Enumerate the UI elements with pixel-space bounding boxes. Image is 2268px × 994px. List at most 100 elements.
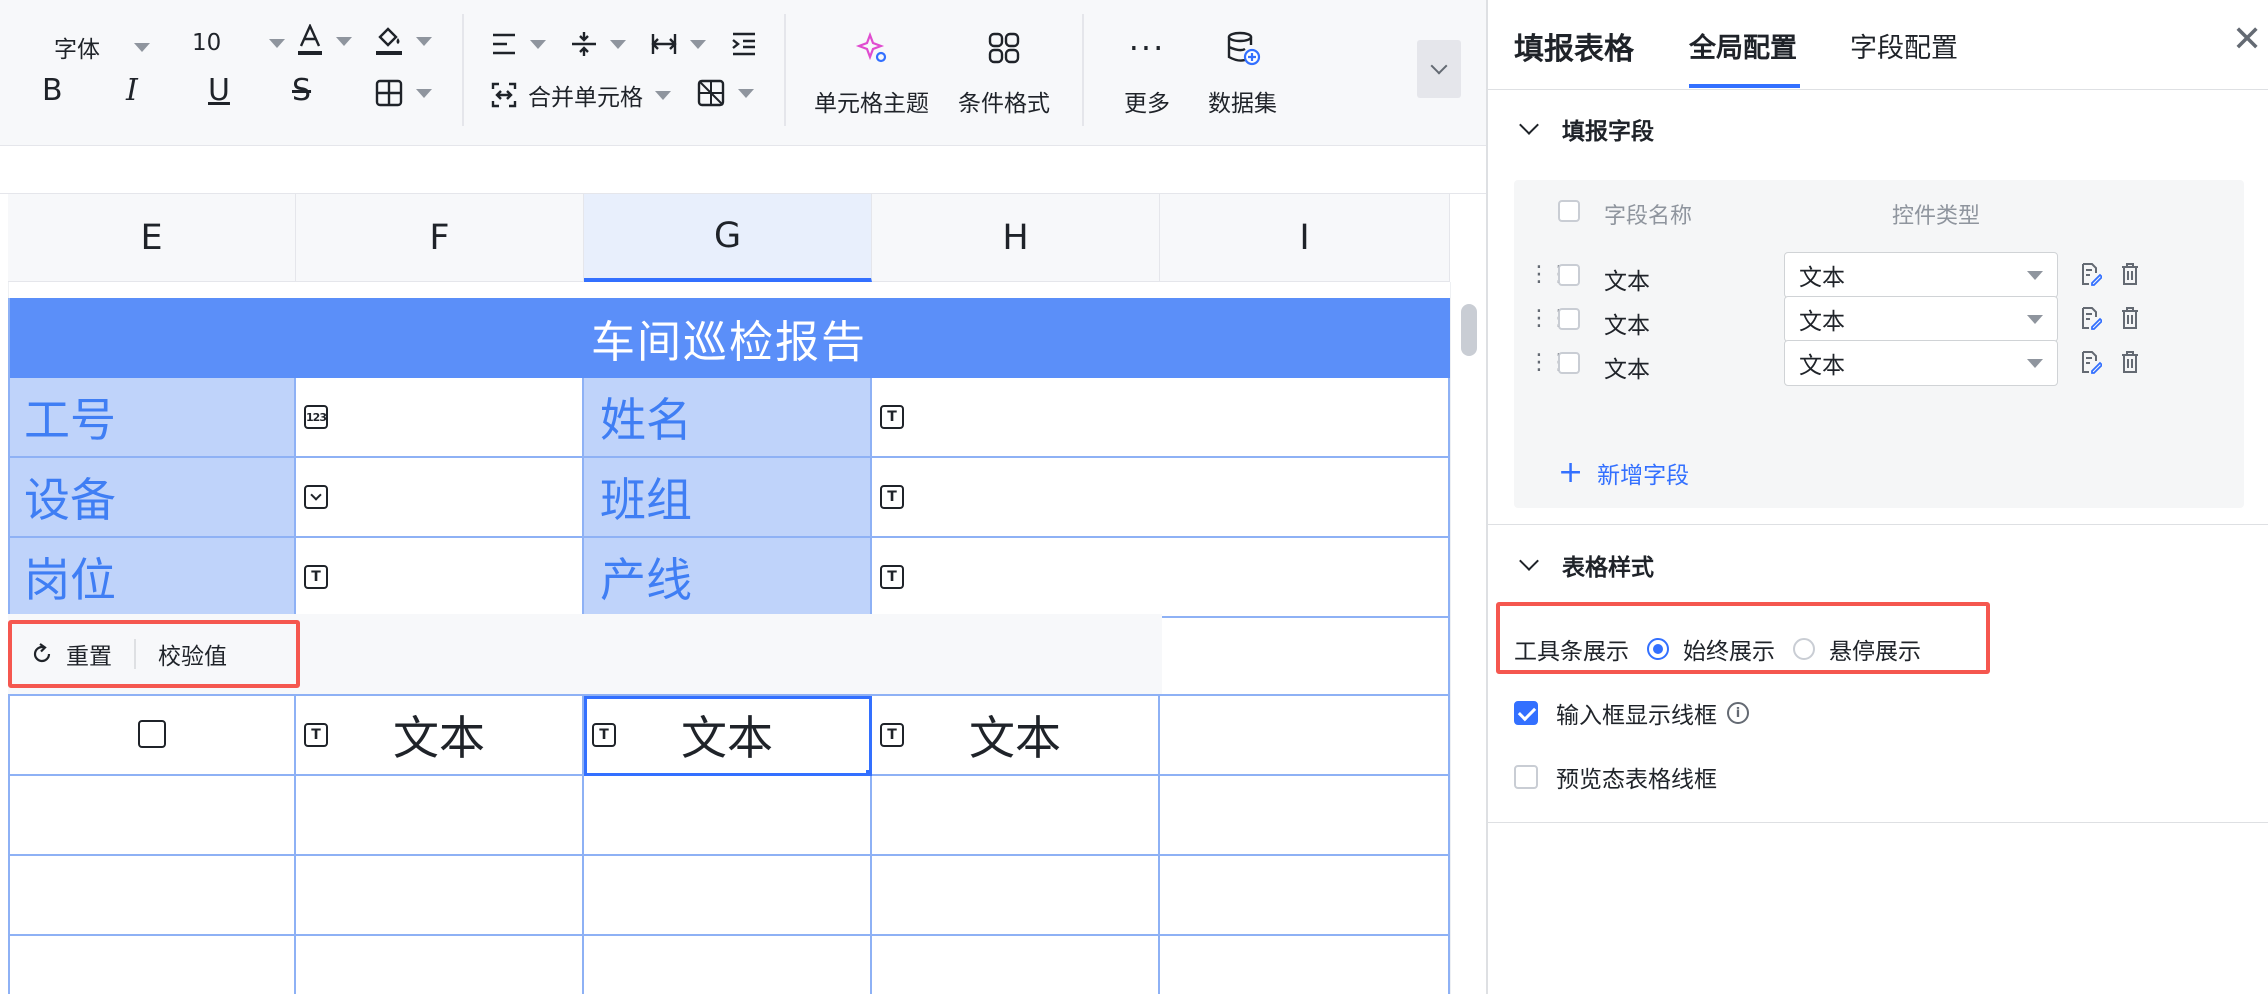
data-cell-f[interactable]: T 文本 [296, 696, 584, 776]
font-color-button[interactable] [296, 24, 352, 58]
radio-button-selected[interactable] [1647, 638, 1669, 660]
underline-button[interactable]: U [208, 76, 230, 106]
more-label: 更多 [1124, 91, 1170, 117]
delete-icon[interactable] [2120, 350, 2140, 379]
field-checkbox[interactable] [1558, 352, 1580, 374]
label-cell-line[interactable]: 产线 [584, 538, 872, 618]
field-checkbox[interactable] [1558, 264, 1580, 286]
control-type-select[interactable]: 文本 [1784, 252, 2058, 298]
field-checkbox[interactable] [1558, 308, 1580, 330]
empty-cell[interactable] [8, 856, 296, 936]
cell-value: 文本 [681, 711, 773, 765]
cell-theme-button[interactable]: 单元格主题 [814, 22, 929, 118]
horizontal-align-button[interactable] [490, 30, 546, 58]
reset-button[interactable]: 重置 [12, 637, 112, 671]
label-cell-equipment[interactable]: 设备 [8, 458, 296, 538]
text-field-icon: T [880, 405, 904, 429]
empty-cell[interactable] [584, 936, 872, 994]
strikethrough-button[interactable]: S [292, 76, 311, 106]
add-field-button[interactable]: + 新增字段 [1558, 456, 1689, 490]
empty-cell[interactable] [8, 776, 296, 856]
input-cell-position[interactable]: T [296, 538, 584, 618]
empty-cell[interactable] [296, 776, 584, 856]
dataset-button[interactable]: 数据集 [1208, 22, 1277, 118]
conditional-format-label: 条件格式 [958, 91, 1050, 117]
tab-field-config[interactable]: 字段配置 [1850, 26, 1958, 65]
report-title-cell[interactable]: 车间巡检报告 [8, 298, 1450, 378]
input-border-checkbox[interactable] [1514, 701, 1538, 725]
close-icon[interactable]: ✕ [2232, 22, 2262, 58]
column-header-e[interactable]: E [8, 194, 296, 282]
row-select-cell[interactable] [8, 696, 296, 776]
input-cell-name[interactable]: T [872, 378, 1450, 458]
empty-cell[interactable] [8, 936, 296, 994]
control-type-select[interactable]: 文本 [1784, 296, 2058, 342]
align-middle-icon [572, 32, 596, 56]
merge-cells-button[interactable]: 合并单元格 [490, 78, 671, 112]
label-cell-position[interactable]: 岗位 [8, 538, 296, 618]
label-cell-team[interactable]: 班组 [584, 458, 872, 538]
merge-cells-label: 合并单元格 [528, 85, 643, 111]
empty-cell[interactable] [296, 936, 584, 994]
bold-button[interactable]: B [42, 76, 63, 106]
input-cell-team[interactable]: T [872, 458, 1450, 538]
info-icon[interactable]: i [1727, 702, 1749, 724]
vertical-scrollbar[interactable] [1461, 304, 1477, 356]
edit-icon[interactable] [2080, 306, 2104, 335]
delete-icon[interactable] [2120, 262, 2140, 291]
style-section-toggle[interactable]: 表格样式 [1519, 548, 1654, 582]
input-border-setting[interactable]: 输入框显示线框 i [1514, 696, 1749, 730]
cell-border-style-button[interactable] [696, 78, 754, 108]
preview-border-setting[interactable]: 预览态表格线框 [1514, 760, 1717, 794]
more-button[interactable]: ··· 更多 [1124, 22, 1170, 118]
column-header-f[interactable]: F [296, 194, 584, 282]
edit-icon[interactable] [2080, 262, 2104, 291]
control-type-value: 文本 [1799, 309, 1845, 335]
label-cell-employee-id[interactable]: 工号 [8, 378, 296, 458]
data-cell-i[interactable] [1160, 696, 1450, 776]
empty-cell[interactable] [872, 936, 1160, 994]
empty-cell[interactable] [1160, 936, 1450, 994]
validate-button[interactable]: 校验值 [158, 637, 227, 671]
row-checkbox[interactable] [138, 720, 166, 748]
vertical-align-button[interactable] [570, 30, 626, 58]
data-cell-h[interactable]: T 文本 [872, 696, 1160, 776]
input-cell-line[interactable]: T [872, 538, 1450, 618]
label-text: 设备 [24, 473, 116, 527]
column-header-h[interactable]: H [872, 194, 1160, 282]
label-cell-name[interactable]: 姓名 [584, 378, 872, 458]
border-button[interactable] [374, 78, 432, 108]
collapse-toolbar-button[interactable] [1417, 40, 1461, 98]
input-cell-employee-id[interactable]: 123 [296, 378, 584, 458]
radio-hover-show[interactable]: 悬停展示 [1793, 632, 1921, 666]
fields-section-toggle[interactable]: 填报字段 [1519, 112, 1654, 146]
empty-cell[interactable] [1160, 776, 1450, 856]
empty-cell[interactable] [1160, 856, 1450, 936]
indent-button[interactable] [730, 30, 758, 58]
edit-icon[interactable] [2080, 350, 2104, 379]
select-all-checkbox[interactable] [1558, 200, 1580, 222]
radio-always-show[interactable]: 始终展示 [1647, 632, 1775, 666]
radio-button[interactable] [1793, 638, 1815, 660]
label-text: 工号 [24, 393, 116, 447]
column-header-g[interactable]: G [584, 194, 872, 282]
preview-border-checkbox[interactable] [1514, 765, 1538, 789]
delete-icon[interactable] [2120, 306, 2140, 335]
data-cell-g-selected[interactable]: T 文本 [584, 696, 876, 780]
column-width-button[interactable] [650, 30, 706, 58]
input-cell-equipment[interactable] [296, 458, 584, 538]
font-family-select[interactable]: 字体 [54, 30, 150, 64]
font-size-select[interactable]: 10 [192, 30, 286, 56]
empty-cell[interactable] [872, 776, 1160, 856]
conditional-format-button[interactable]: 条件格式 [958, 22, 1050, 118]
empty-cell[interactable] [872, 856, 1160, 936]
italic-button[interactable]: I [126, 76, 138, 106]
control-type-select[interactable]: 文本 [1784, 340, 2058, 386]
tab-global-config[interactable]: 全局配置 [1689, 26, 1797, 65]
formula-bar[interactable] [0, 146, 1486, 194]
empty-cell[interactable] [296, 856, 584, 936]
fill-color-button[interactable] [374, 24, 432, 58]
empty-cell[interactable] [584, 856, 872, 936]
column-header-i[interactable]: I [1160, 194, 1450, 282]
empty-cell[interactable] [584, 776, 872, 856]
